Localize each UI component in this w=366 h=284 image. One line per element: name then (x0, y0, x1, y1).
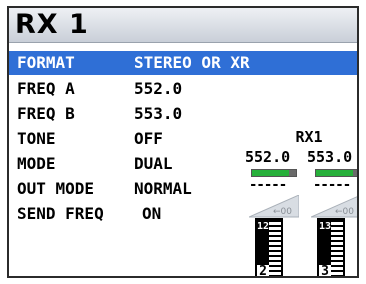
channel-b-meter-top: 13 (319, 221, 332, 232)
receiver-panel-title: RX1 (295, 128, 323, 146)
menu-item-freq-b[interactable]: FREQ B 553.0 (9, 102, 357, 126)
title-bar: RX 1 (9, 8, 357, 43)
setting-label: FREQ B (17, 104, 75, 123)
channel-a-signal-bar (251, 169, 297, 177)
setting-label: FREQ A (17, 79, 75, 98)
channel-a-ramp-label: ←00 (273, 207, 292, 217)
channel-b-signal-bar (315, 169, 357, 177)
setting-value: 553.0 (134, 104, 183, 123)
setting-label: TONE (17, 129, 56, 148)
setting-value: ON (142, 204, 162, 223)
screen-title: RX 1 (15, 9, 89, 40)
setting-value: NORMAL (134, 179, 192, 198)
menu-item-freq-a[interactable]: FREQ A 552.0 (9, 77, 357, 101)
setting-label: MODE (17, 154, 56, 173)
channel-b-frequency: 553.0 (307, 148, 353, 166)
channel-a-dashes: ----- (249, 177, 287, 193)
receiver-status-panel: 552.0 ----- ←00 12 2 553.0 ----- ←00 13 … (245, 148, 357, 276)
channel-a-meter-bottom: 2 (257, 265, 269, 276)
setting-value: DUAL (134, 154, 173, 173)
setting-label: OUT MODE (17, 179, 95, 198)
channel-a-frequency: 552.0 (245, 148, 291, 166)
channel-b-ramp-label: ←00 (335, 207, 354, 217)
channel-b-meter: 13 3 (317, 218, 345, 276)
channel-b-dashes: ----- (313, 177, 351, 193)
setting-label: SEND FREQ (17, 204, 104, 223)
rx-screen: RX 1 FORMAT STEREO OR XR FREQ A 552.0 FR… (7, 6, 359, 278)
setting-label: FORMAT (17, 53, 75, 72)
setting-value: STEREO OR XR (134, 53, 250, 72)
channel-a-meter: 12 2 (255, 218, 283, 276)
menu-item-format[interactable]: FORMAT STEREO OR XR (9, 51, 357, 75)
channel-b-meter-bottom: 3 (319, 265, 331, 276)
setting-value: 552.0 (134, 79, 183, 98)
setting-value: OFF (134, 129, 163, 148)
channel-a-ramp-icon: ←00 (249, 195, 299, 218)
channel-b-ramp-icon: ←00 (311, 196, 357, 218)
channel-a-meter-top: 12 (257, 221, 270, 232)
